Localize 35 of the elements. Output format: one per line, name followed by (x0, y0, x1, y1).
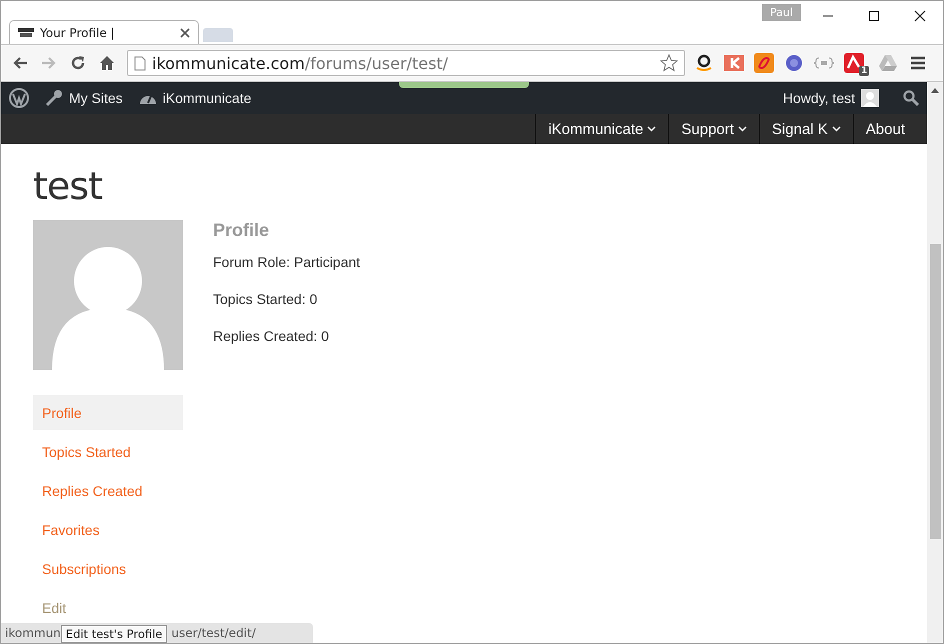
browser-tab[interactable]: Your Profile | (9, 20, 199, 44)
nav-link[interactable]: Signal K (758, 114, 853, 144)
badge: 1 (859, 66, 870, 76)
status-text: ikommun (4, 626, 61, 642)
extension-icon[interactable] (783, 52, 805, 74)
star-icon[interactable] (660, 54, 678, 72)
avatar-icon (861, 89, 879, 107)
nav-link[interactable]: iKommunicate (535, 114, 668, 144)
nav-link[interactable]: About (852, 114, 917, 144)
profile-detail: Forum Role: Participant (213, 254, 360, 271)
favicon-icon (18, 28, 34, 38)
close-icon[interactable] (180, 28, 190, 38)
scrollbar[interactable] (927, 82, 943, 643)
address-bar[interactable]: ikommunicate.com/forums/user/test/ (127, 50, 685, 76)
scroll-up-icon[interactable] (931, 88, 939, 94)
avatar-icon (33, 220, 183, 370)
extension-icon[interactable] (843, 52, 865, 74)
section-title: Profile (213, 220, 270, 240)
maximize-icon[interactable] (868, 10, 880, 22)
account-link[interactable]: Howdy, test (782, 89, 879, 107)
extension-icon[interactable] (753, 52, 775, 74)
profile-detail: Topics Started: 0 (213, 291, 318, 308)
profile-detail: Replies Created: 0 (213, 328, 330, 345)
admin-bar-link[interactable]: My Sites (45, 89, 123, 107)
tooltip: Edit test's Profile (60, 625, 168, 643)
page-icon (134, 56, 146, 70)
wordpress-logo-icon[interactable] (9, 88, 29, 108)
status-text: user/test/edit/ (170, 626, 256, 642)
key-icon (45, 89, 63, 107)
admin-bar-link[interactable]: iKommunicate (138, 90, 252, 106)
page-title: test (33, 164, 104, 208)
close-icon[interactable] (914, 10, 926, 22)
nav-link[interactable]: Support (668, 114, 759, 144)
search-icon[interactable] (903, 90, 919, 106)
scrollbar-thumb[interactable] (930, 244, 940, 539)
